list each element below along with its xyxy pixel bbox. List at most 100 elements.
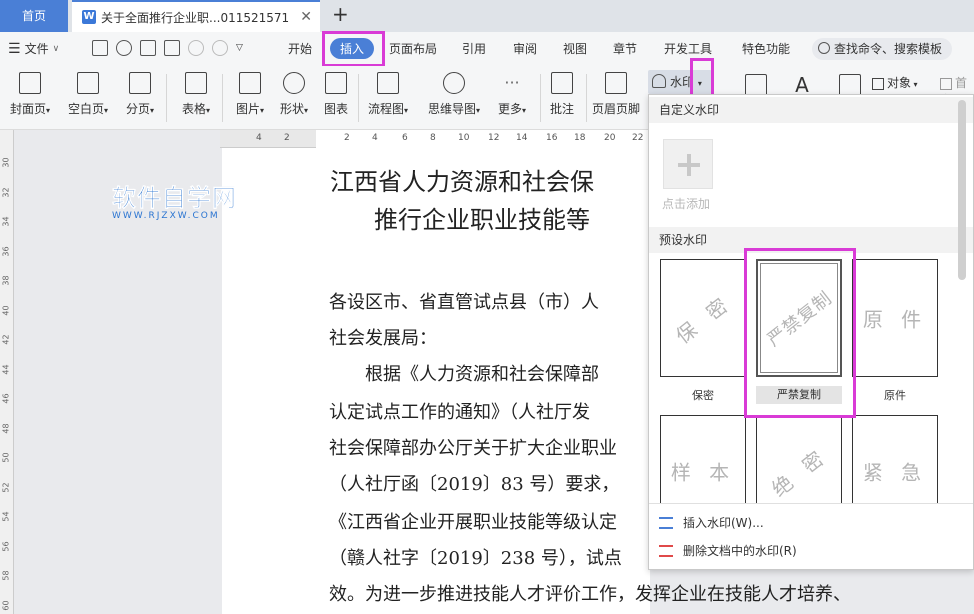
add-custom-watermark-label: 点击添加	[662, 197, 711, 211]
watermark-preset-label: 保密	[692, 389, 714, 402]
blank-page-label: 空白页	[67, 102, 104, 116]
ruler-tick-label: 22	[632, 133, 644, 143]
document-title-line2: 推行企业职业技能等	[374, 206, 590, 234]
more-icon[interactable]: ▽	[236, 40, 252, 56]
wordart-icon: A	[795, 73, 809, 97]
logo-main-text: 软件自学网	[112, 184, 237, 213]
dropdown-scrollbar[interactable]	[958, 100, 966, 280]
cover-page-icon	[19, 72, 41, 94]
ruler-tick-label: 58	[1, 570, 11, 581]
watermark-preview-text: 原 件	[862, 307, 928, 332]
chevron-down-icon: ∨	[52, 43, 60, 54]
selected-preset-highlight	[744, 248, 856, 418]
watermark-preview-text: 样 本	[670, 460, 736, 485]
site-logo: 软件自学网 WWW.RJZXW.COM	[112, 178, 237, 221]
document-line: 社会发展局：	[329, 328, 437, 349]
command-search[interactable]: 查找命令、搜索模板	[812, 38, 952, 60]
tab-special-features[interactable]: 特色功能	[742, 40, 790, 57]
tab-review[interactable]: 审阅	[513, 40, 537, 57]
watermark-preset-original[interactable]: 原 件	[852, 259, 938, 377]
close-icon[interactable]: ✕	[300, 9, 312, 25]
insert-watermark-icon	[659, 516, 673, 529]
ruler-tick-label: 6	[402, 133, 408, 143]
blank-page-button[interactable]: 空白页▾	[62, 72, 114, 117]
tab-start[interactable]: 开始	[288, 40, 312, 57]
ruler-tick-label: 16	[546, 133, 558, 143]
ruler-tick-label: 18	[574, 133, 586, 143]
object-button[interactable]: 对象 ▾	[872, 74, 918, 91]
ruler-tick-label: 8	[430, 133, 436, 143]
image-icon	[239, 72, 261, 94]
tab-home[interactable]: 首页	[0, 0, 68, 32]
ruler-tick-label: 2	[284, 133, 290, 143]
ruler-tick-label: 14	[516, 133, 528, 143]
ruler-tick-label: 2	[344, 133, 350, 143]
watermark-icon	[652, 74, 666, 88]
ruler-tick-label: 10	[458, 133, 470, 143]
mindmap-button[interactable]: 思维导图▾	[424, 72, 484, 117]
wps-writer-icon: W	[82, 10, 96, 24]
save-icon[interactable]	[92, 40, 108, 56]
tab-bar: 首页 W 关于全面推行企业职...011521571 ✕ +	[0, 0, 974, 32]
ruler-tick-label: 38	[1, 275, 11, 286]
mindmap-icon	[443, 72, 465, 94]
add-custom-watermark-button[interactable]	[663, 139, 713, 189]
chart-icon	[325, 72, 347, 94]
ruler-tick-label: 56	[1, 540, 11, 552]
page-break-button[interactable]: 分页▾	[114, 72, 166, 117]
ruler-tick-label: 60	[1, 599, 11, 611]
cover-page-button[interactable]: 封面页▾	[4, 72, 56, 117]
tab-document-title: 关于全面推行企业职...011521571	[101, 10, 290, 25]
object-label: 对象	[887, 76, 912, 90]
tab-page-layout[interactable]: 页面布局	[389, 40, 437, 57]
command-search-placeholder: 查找命令、搜索模板	[834, 42, 943, 56]
header-footer-label: 页眉页脚	[591, 102, 640, 116]
tab-references[interactable]: 引用	[462, 40, 486, 57]
comment-button[interactable]: 批注	[536, 72, 588, 117]
flowchart-icon	[377, 72, 399, 94]
table-button[interactable]: 表格▾	[170, 72, 222, 117]
more-button[interactable]: ··· 更多▾	[486, 72, 538, 117]
new-tab-icon[interactable]: +	[332, 2, 349, 26]
file-menu[interactable]: ☰ 文件 ∨	[8, 40, 59, 57]
watermark-preview-text: 紧 急	[862, 460, 928, 485]
shape-label: 形状	[279, 102, 304, 116]
logo-url-text: WWW.RJZXW.COM	[112, 211, 220, 221]
format-painter-icon[interactable]	[116, 40, 132, 56]
flowchart-label: 流程图	[367, 102, 404, 116]
chart-button[interactable]: 图表	[310, 72, 362, 117]
redo-icon[interactable]	[212, 40, 228, 56]
watermark-dropdown-footer: 插入水印(W)... 删除文档中的水印(R)	[649, 503, 973, 569]
ruler-tick-label: 44	[1, 363, 11, 375]
header-footer-button[interactable]: 页眉页脚	[590, 72, 642, 117]
tab-document[interactable]: W 关于全面推行企业职...011521571 ✕	[72, 0, 320, 32]
mindmap-label: 思维导图	[427, 102, 476, 116]
comment-label: 批注	[549, 102, 574, 116]
ruler-tick-label: 52	[1, 481, 11, 493]
vertical-ruler: 30 32 34 36 38 40 42 44 46 48 50 52 54 56 58 60	[0, 130, 14, 614]
undo-icon[interactable]	[188, 40, 204, 56]
tab-view[interactable]: 视图	[563, 40, 587, 57]
watermark-dropdown-highlight	[690, 58, 714, 98]
table-icon	[185, 72, 207, 94]
header-footer-icon	[605, 72, 627, 94]
delete-watermark-item[interactable]: 删除文档中的水印(R)	[659, 542, 797, 559]
insert-watermark-item[interactable]: 插入水印(W)...	[659, 514, 764, 531]
print-icon[interactable]	[140, 40, 156, 56]
menu-icon: ☰	[8, 40, 21, 57]
print-preview-icon[interactable]	[164, 40, 180, 56]
document-line: 《江西省企业开展职业技能等级认定	[329, 512, 617, 533]
tab-developer[interactable]: 开发工具	[664, 40, 712, 57]
ruler-tick-label: 32	[1, 186, 11, 198]
flowchart-button[interactable]: 流程图▾	[362, 72, 414, 117]
document-line: （赣人社字〔2019〕238 号），试点	[329, 548, 622, 569]
tab-chapter[interactable]: 章节	[613, 40, 637, 57]
shape-icon	[283, 72, 305, 94]
watermark-preset-confidential[interactable]: 保 密	[660, 259, 746, 377]
calendar-icon	[839, 74, 861, 96]
ruler-tick-label: 42	[1, 334, 11, 345]
ruler-tick-label: 36	[1, 245, 11, 257]
ruler-tick-label: 50	[1, 452, 11, 463]
document-line: 社会保障部办公厅关于扩大企业职业	[329, 438, 617, 459]
watermark-preview-text: 绝 密	[767, 442, 833, 502]
